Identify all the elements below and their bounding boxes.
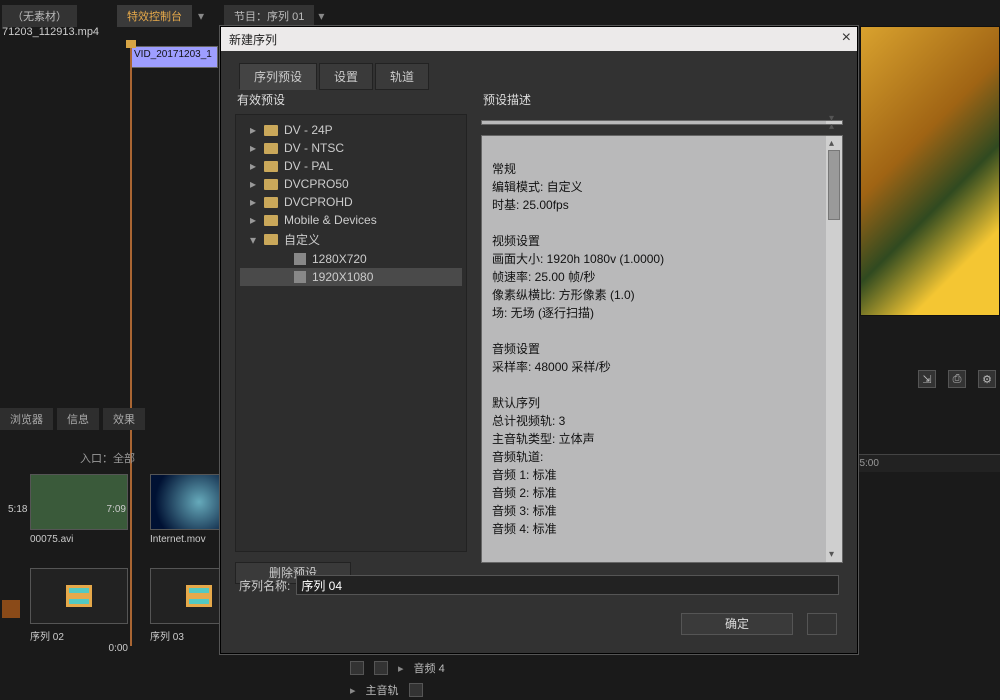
preset-info-box: 常规 编辑模式: 自定义 时基: 25.00fps 视频设置 画面大小: 192… bbox=[481, 135, 843, 563]
program-seq-tab[interactable]: 节目：序列 01 bbox=[224, 5, 314, 27]
folder-icon bbox=[264, 179, 278, 190]
preset-file-icon bbox=[294, 271, 306, 283]
thumb-in: 5:18 bbox=[8, 504, 27, 515]
tab-browser[interactable]: 浏览器 bbox=[0, 408, 53, 430]
scrollbar[interactable] bbox=[826, 136, 842, 562]
meter-icon[interactable] bbox=[409, 683, 423, 697]
sequence-thumb[interactable]: 序列 02 0:00 bbox=[30, 568, 128, 643]
presets-header: 有效预设 bbox=[237, 91, 467, 108]
seq-name-label: 序列名称: bbox=[239, 577, 290, 594]
folder-icon bbox=[264, 215, 278, 226]
tab-effects[interactable]: 效果 bbox=[103, 408, 145, 430]
desc-header: 预设描述 bbox=[483, 91, 843, 108]
track-label: 音频 4 bbox=[414, 660, 445, 676]
preset-folder-custom[interactable]: ▾自定义 bbox=[240, 229, 462, 250]
source-none-tab[interactable]: （无素材） bbox=[2, 5, 77, 27]
preset-folder[interactable]: ▸DV - 24P bbox=[240, 121, 462, 139]
program-monitor bbox=[860, 26, 1000, 316]
settings-icon[interactable]: ⚙ bbox=[978, 370, 996, 388]
dropdown-icon[interactable]: ▾ bbox=[318, 9, 324, 23]
preset-folder[interactable]: ▸DV - PAL bbox=[240, 157, 462, 175]
fx-control-tab[interactable]: 特效控制台 bbox=[117, 5, 192, 27]
preset-file-icon bbox=[294, 253, 306, 265]
scrollbar[interactable] bbox=[826, 121, 842, 124]
export-frame-icon[interactable]: ⇲ bbox=[918, 370, 936, 388]
folder-icon bbox=[264, 143, 278, 154]
thumb-name: 00075.avi bbox=[30, 534, 128, 545]
preset-folder[interactable]: ▸DVCPROHD bbox=[240, 193, 462, 211]
dropdown-icon[interactable]: ▾ bbox=[198, 9, 204, 23]
solo-icon[interactable] bbox=[374, 661, 388, 675]
filter-icon[interactable] bbox=[2, 600, 20, 618]
dialog-title: 新建序列 bbox=[221, 27, 857, 51]
preset-folder[interactable]: ▸DV - NTSC bbox=[240, 139, 462, 157]
thumb-len: 0:00 bbox=[109, 643, 128, 654]
mute-icon[interactable] bbox=[350, 661, 364, 675]
preset-folder[interactable]: ▸Mobile & Devices bbox=[240, 211, 462, 229]
close-icon[interactable]: × bbox=[842, 29, 851, 47]
thumb-out: 7:09 bbox=[107, 504, 126, 515]
preset-tree[interactable]: ▸DV - 24P ▸DV - NTSC ▸DV - PAL ▸DVCPRO50… bbox=[235, 114, 467, 552]
expand-icon[interactable]: ▸ bbox=[350, 684, 356, 697]
folder-icon bbox=[264, 197, 278, 208]
camera-icon[interactable]: ⎙ bbox=[948, 370, 966, 388]
thumb-name: 序列 02 bbox=[30, 628, 128, 643]
preset-item-1280x720[interactable]: 1280X720 bbox=[240, 250, 462, 268]
preset-item-1920x1080[interactable]: 1920X1080 bbox=[240, 268, 462, 286]
preset-description-box bbox=[481, 120, 843, 125]
folder-icon bbox=[264, 125, 278, 136]
ok-button[interactable]: 确定 bbox=[681, 613, 793, 635]
media-thumb[interactable]: 5:18 7:09 00075.avi bbox=[30, 474, 128, 545]
folder-icon bbox=[264, 161, 278, 172]
seq-name-input[interactable] bbox=[296, 575, 839, 595]
new-sequence-dialog: 新建序列 × 序列预设 设置 轨道 有效预设 ▸DV - 24P ▸DV - N… bbox=[220, 26, 858, 654]
entry-label: 入口：全部 bbox=[80, 450, 135, 466]
cancel-button[interactable] bbox=[807, 613, 837, 635]
preset-folder[interactable]: ▸DVCPRO50 bbox=[240, 175, 462, 193]
timeline-clip[interactable]: VID_20171203_1 bbox=[130, 46, 218, 68]
expand-icon[interactable]: ▸ bbox=[398, 662, 404, 675]
playhead[interactable] bbox=[130, 46, 132, 646]
tab-info[interactable]: 信息 bbox=[57, 408, 99, 430]
folder-icon bbox=[264, 234, 278, 245]
track-label: 主音轨 bbox=[366, 682, 399, 698]
source-clip-name: 71203_112913.mp4 bbox=[2, 26, 99, 38]
